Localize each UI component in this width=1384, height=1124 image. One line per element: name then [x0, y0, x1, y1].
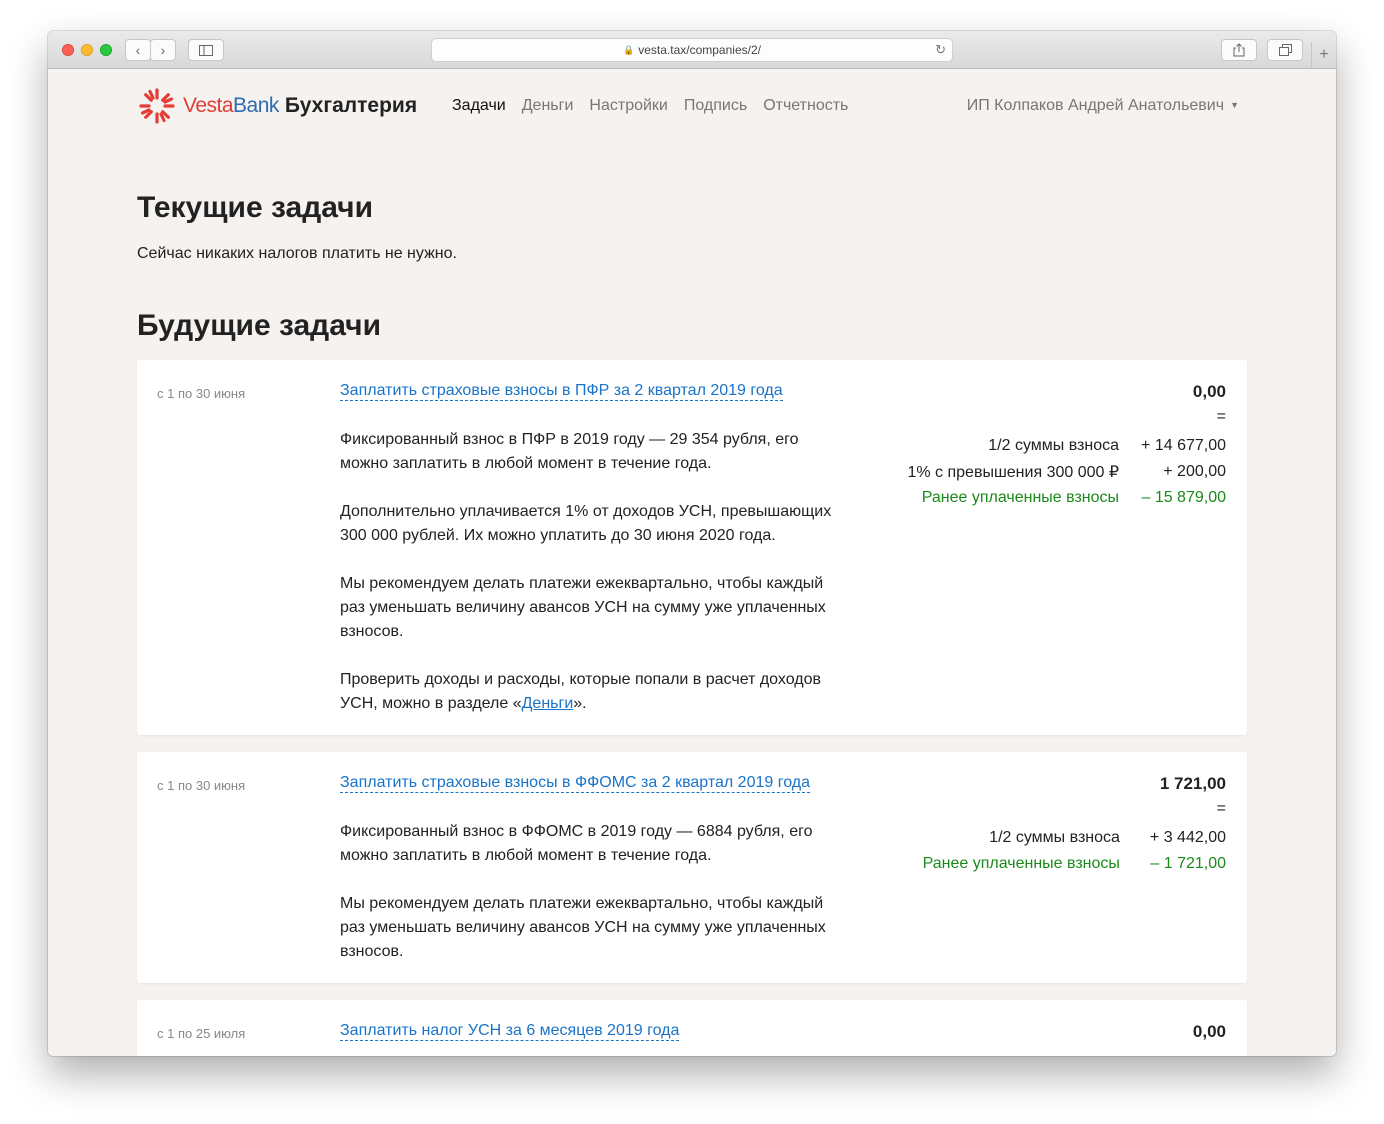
calc-amount: + 3 442,00	[1149, 829, 1226, 846]
nav-item-signature[interactable]: Подпись	[684, 97, 747, 115]
equals-sign: =	[1216, 408, 1226, 425]
future-tasks-heading: Будущие задачи	[137, 309, 382, 342]
calc-label: 1% с превышения 300 000 ₽	[907, 464, 1120, 481]
logo-bank: Bank	[233, 94, 279, 117]
task-description: Фиксированный взнос в ФФОМС в 2019 году …	[340, 820, 840, 988]
task-date: с 1 по 30 июня	[157, 778, 246, 793]
current-tasks-notice: Сейчас никаких налогов платить не нужно.	[137, 245, 457, 262]
user-name: ИП Колпаков Андрей Анатольевич	[966, 97, 1225, 114]
nav-item-settings[interactable]: Настройки	[589, 97, 667, 115]
task-paragraph: Мы рекомендуем делать платежи ежеквартал…	[340, 575, 826, 640]
url-text: vesta.tax/companies/2/	[638, 43, 761, 57]
logo-product: Бухгалтерия	[284, 94, 418, 117]
task-title-link[interactable]: Заплатить налог УСН за 6 месяцев 2019 го…	[340, 1022, 680, 1041]
calc-label: Ранее уплаченные взносы	[921, 489, 1120, 506]
tabs-overview-button[interactable]	[1267, 39, 1303, 61]
calc-table: 1/2 суммы взноса + 14 677,00 1% с превыше…	[907, 433, 1226, 511]
calc-amount: – 15 879,00	[1141, 489, 1226, 506]
calc-label: 1/2 суммы взноса	[989, 829, 1120, 846]
calc-amount: – 1 721,00	[1150, 855, 1226, 872]
browser-titlebar: ‹ › 🔒 vesta.tax/companies/2/ ↻ +	[48, 31, 1336, 69]
calc-row: 1% с превышения 300 000 ₽ + 200,00	[907, 459, 1226, 485]
close-window-button[interactable]	[62, 44, 74, 56]
task-title-link[interactable]: Заплатить страховые взносы в ФФОМС за 2 …	[340, 774, 810, 793]
chevron-left-icon: ‹	[135, 42, 141, 58]
calc-label: Ранее уплаченные взносы	[922, 855, 1120, 872]
chevron-right-icon: ›	[160, 42, 166, 58]
logo-vesta: Vesta	[183, 94, 234, 117]
calc-row: Ранее уплаченные взносы – 1 721,00	[923, 851, 1226, 877]
current-tasks-heading: Текущие задачи	[137, 191, 374, 224]
zoom-window-button[interactable]	[100, 44, 112, 56]
tabs-icon	[1278, 44, 1292, 56]
nav-item-money[interactable]: Деньги	[522, 97, 574, 115]
user-menu[interactable]: ИП Колпаков Андрей Анатольевич ▼	[967, 97, 1239, 115]
task-title-link[interactable]: Заплатить страховые взносы в ПФР за 2 кв…	[340, 382, 783, 401]
logo[interactable]: Vesta Bank Бухгалтерия	[137, 86, 417, 126]
new-tab-button[interactable]: +	[1311, 42, 1336, 68]
calc-label: 1/2 суммы взноса	[988, 437, 1120, 454]
lock-icon: 🔒	[623, 44, 635, 55]
top-nav: Vesta Bank Бухгалтерия Задачи Деньги Наст…	[137, 68, 1247, 142]
money-link[interactable]: Деньги	[522, 695, 574, 712]
vesta-sun-icon	[139, 88, 175, 124]
sidebar-icon	[199, 44, 213, 56]
sidebar-toggle-button[interactable]	[188, 39, 224, 61]
equals-sign: =	[1216, 800, 1226, 817]
back-button[interactable]: ‹	[125, 39, 151, 61]
calc-table: 1/2 суммы взноса + 3 442,00 Ранее уплачен…	[923, 825, 1226, 877]
forward-button[interactable]: ›	[150, 39, 176, 61]
nav-item-reports[interactable]: Отчетность	[763, 97, 848, 115]
task-paragraph-money: Проверить доходы и расходы, которые попа…	[340, 668, 840, 716]
task-total: 1 721,00	[1159, 774, 1226, 793]
task-paragraph: Мы рекомендуем делать платежи ежеквартал…	[340, 895, 826, 960]
reload-icon[interactable]: ↻	[935, 42, 946, 58]
calc-row: 1/2 суммы взноса + 14 677,00	[907, 433, 1226, 459]
browser-window: ‹ › 🔒 vesta.tax/companies/2/ ↻ + Vesta B…	[48, 31, 1336, 1056]
calc-amount: + 200,00	[1163, 463, 1226, 480]
task-card: с 1 по 30 июня Заплатить страховые взнос…	[137, 360, 1247, 735]
calc-amount: + 14 677,00	[1141, 437, 1226, 454]
task-paragraph: Фиксированный взнос в ФФОМС в 2019 году …	[340, 823, 813, 864]
task-description: Фиксированный взнос в ПФР в 2019 году — …	[340, 428, 840, 740]
task-paragraph: Дополнительно уплачивается 1% от доходов…	[340, 503, 832, 544]
address-bar[interactable]: 🔒 vesta.tax/companies/2/ ↻	[431, 38, 953, 62]
task-date: с 1 по 30 июня	[157, 386, 246, 401]
task-calculation: 1 721,00 = 1/2 суммы взноса + 3 442,00 Ра…	[923, 774, 1226, 877]
minimize-window-button[interactable]	[81, 44, 93, 56]
task-card: с 1 по 30 июня Заплатить страховые взнос…	[137, 752, 1247, 983]
task-calculation: 0,00	[1193, 1022, 1226, 1048]
caret-down-icon: ▼	[1230, 100, 1239, 110]
task-total: 0,00	[1192, 382, 1226, 401]
share-button[interactable]	[1221, 39, 1257, 61]
task-total: 0,00	[1192, 1022, 1226, 1041]
calc-row: 1/2 суммы взноса + 3 442,00	[923, 825, 1226, 851]
page-content: Vesta Bank Бухгалтерия Задачи Деньги Наст…	[137, 68, 1247, 1056]
task-paragraph: Фиксированный взнос в ПФР в 2019 году — …	[340, 431, 799, 472]
calc-row: Ранее уплаченные взносы – 15 879,00	[907, 485, 1226, 511]
paragraph-text: ».	[573, 695, 587, 712]
share-icon	[1233, 43, 1245, 57]
task-card: с 1 по 25 июля Заплатить налог УСН за 6 …	[137, 1000, 1247, 1056]
plus-icon: +	[1319, 46, 1329, 63]
main-menu: Задачи Деньги Настройки Подпись Отчетнос…	[452, 97, 848, 115]
task-date: с 1 по 25 июля	[157, 1026, 246, 1041]
task-calculation: 0,00 = 1/2 суммы взноса + 14 677,00 1% с …	[907, 382, 1226, 511]
nav-item-tasks[interactable]: Задачи	[452, 97, 506, 115]
